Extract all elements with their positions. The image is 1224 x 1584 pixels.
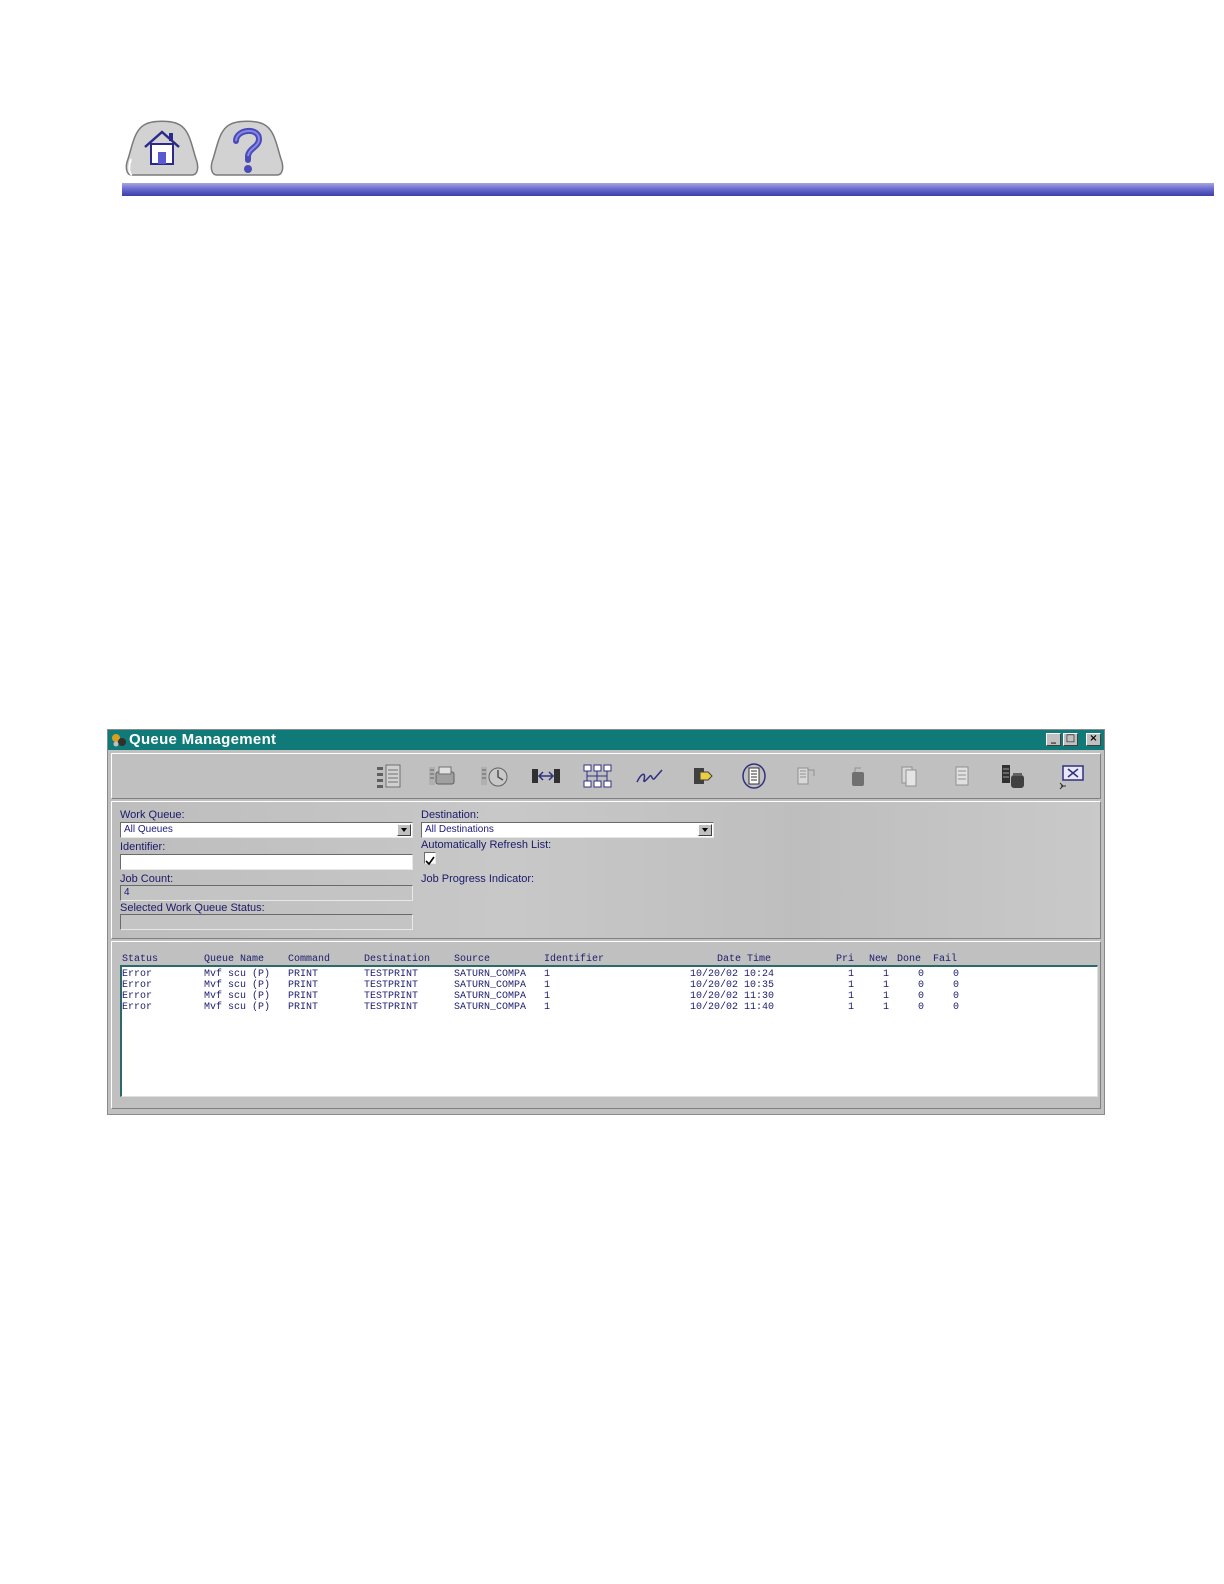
minimize-icon: _	[1051, 733, 1056, 744]
column-header-new[interactable]: New	[869, 954, 887, 965]
checkmark-icon	[425, 856, 435, 866]
auto-refresh-label: Automatically Refresh List:	[421, 839, 552, 851]
column-header-identifier[interactable]: Identifier	[544, 954, 604, 965]
destination-value: All Destinations	[425, 824, 494, 835]
table-row[interactable]: Error Mvf scu (P) PRINT TESTPRINT SATURN…	[122, 969, 1092, 980]
minimize-button[interactable]: _	[1046, 733, 1061, 746]
window-title: Queue Management	[129, 731, 277, 748]
column-header-queue-name[interactable]: Queue Name	[204, 954, 264, 965]
header-divider	[122, 183, 1214, 196]
document-icon[interactable]	[790, 762, 822, 790]
job-count-value: 4	[124, 887, 130, 898]
job-progress-indicator-label: Job Progress Indicator:	[421, 873, 535, 885]
question-mark-icon	[210, 120, 284, 176]
maximize-icon: □	[1065, 733, 1076, 744]
chevron-down-icon[interactable]	[397, 824, 411, 836]
home-icon	[125, 120, 199, 176]
job-count-label: Job Count:	[120, 873, 174, 885]
filter-panel: Work Queue: All Queues Identifier: Job C…	[111, 801, 1101, 939]
chevron-down-icon[interactable]	[698, 824, 712, 836]
job-list-panel: Status Queue Name Command Destination So…	[111, 941, 1101, 1109]
job-status-icon[interactable]	[478, 762, 510, 790]
pages-icon[interactable]	[894, 762, 926, 790]
signature-icon[interactable]	[634, 762, 666, 790]
column-header-status[interactable]: Status	[122, 954, 158, 965]
selected-work-queue-status-label: Selected Work Queue Status:	[120, 902, 265, 914]
selected-work-queue-status-field	[120, 914, 413, 930]
toolbar	[111, 753, 1101, 799]
destination-label: Destination:	[421, 809, 480, 821]
delete-job-icon[interactable]	[998, 762, 1030, 790]
refresh-list-icon[interactable]	[738, 762, 770, 790]
table-row[interactable]: Error Mvf scu (P) PRINT TESTPRINT SATURN…	[122, 980, 1092, 991]
exit-icon[interactable]	[1056, 762, 1088, 790]
close-button[interactable]: ×	[1086, 733, 1101, 746]
doc-stack-icon[interactable]	[946, 762, 978, 790]
queue-list-icon[interactable]	[374, 762, 406, 790]
column-header-pri[interactable]: Pri	[836, 954, 854, 965]
column-header-date-time[interactable]: Date Time	[717, 954, 771, 965]
work-queue-label: Work Queue:	[120, 809, 185, 821]
work-queue-select[interactable]: All Queues	[120, 822, 413, 838]
column-header-command[interactable]: Command	[288, 954, 330, 965]
transfer-icon[interactable]	[530, 762, 562, 790]
column-header-source[interactable]: Source	[454, 954, 490, 965]
job-count-field: 4	[120, 885, 413, 901]
job-list[interactable]: Error Mvf scu (P) PRINT TESTPRINT SATURN…	[120, 965, 1098, 1097]
help-button[interactable]	[209, 119, 285, 179]
column-header-fail[interactable]: Fail	[933, 954, 957, 965]
work-queue-value: All Queues	[124, 824, 173, 835]
queue-management-window: Queue Management _ □ × Work Queue: All Q…	[107, 729, 1105, 1115]
column-header-destination[interactable]: Destination	[364, 954, 430, 965]
print-job-icon[interactable]	[426, 762, 458, 790]
app-icon	[112, 734, 126, 747]
home-button[interactable]	[124, 119, 200, 179]
table-row[interactable]: Error Mvf scu (P) PRINT TESTPRINT SATURN…	[122, 991, 1092, 1002]
network-nodes-icon[interactable]	[582, 762, 614, 790]
destination-select[interactable]: All Destinations	[421, 822, 714, 838]
title-bar[interactable]: Queue Management _ □ ×	[108, 730, 1104, 750]
table-row[interactable]: Error Mvf scu (P) PRINT TESTPRINT SATURN…	[122, 1002, 1092, 1013]
close-icon: ×	[1089, 733, 1098, 744]
tag-icon[interactable]	[686, 762, 718, 790]
disabled-icon[interactable]	[842, 762, 874, 790]
identifier-label: Identifier:	[120, 841, 166, 853]
maximize-button[interactable]: □	[1063, 733, 1078, 746]
auto-refresh-checkbox[interactable]	[424, 852, 436, 866]
column-header-done[interactable]: Done	[897, 954, 921, 965]
identifier-input[interactable]	[120, 854, 413, 870]
